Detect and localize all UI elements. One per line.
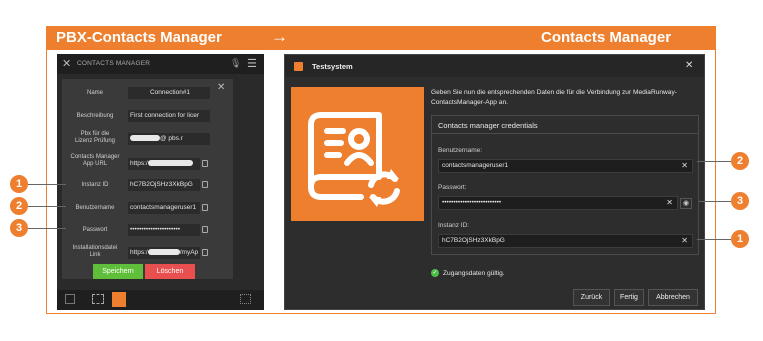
field-label-install-link: Installationsdatei Link <box>72 245 118 258</box>
save-button[interactable]: Speichern <box>93 264 143 279</box>
pbx-field-text: @ pbs.r <box>160 135 183 142</box>
redacted-value <box>147 249 180 256</box>
validation-status-text: Zugangsdaten gültig. <box>443 269 505 277</box>
callout-line <box>28 206 66 207</box>
description-field[interactable]: First connection for licer <box>128 110 210 122</box>
validation-status: ✓ Zugangsdaten gültig. <box>431 269 505 277</box>
contacts-manager-app-icon[interactable] <box>112 292 126 307</box>
back-button[interactable]: Zurück <box>573 289 610 306</box>
instance-id-label: Instanz ID: <box>438 222 470 229</box>
callout-line <box>697 239 731 240</box>
copy-icon[interactable] <box>202 204 208 211</box>
close-icon[interactable]: ✕ <box>217 82 225 93</box>
check-icon: ✓ <box>431 269 439 277</box>
connection-form: ✕ Name Connection#1 Beschreibung First c… <box>62 79 233 279</box>
field-label-password: Passwort <box>82 227 108 233</box>
microphone-icon[interactable]: 🎙 <box>230 58 241 69</box>
stage: PBX-Contacts Manager → Contacts Manager … <box>0 0 763 341</box>
instance-id-input[interactable]: hC7B2OjSHz3XkBpG ✕ <box>438 234 693 248</box>
field-label-pbx: Pbx für die Lizenz Prüfung <box>74 131 116 144</box>
app-url-text: https:/ <box>130 160 148 167</box>
clear-icon[interactable]: ✕ <box>681 160 688 172</box>
callout-line <box>28 228 66 229</box>
testsystem-logo-icon <box>294 62 303 71</box>
app-url-field[interactable]: https:/ <box>128 158 200 170</box>
pbx-panel: ✕ CONTACTS MANAGER 🎙 ☰ ✕ Name Connection… <box>57 54 264 310</box>
instance-id-input-value: hC7B2OjSHz3XkBpG <box>442 237 505 244</box>
dialog-title: Testsystem <box>312 62 353 71</box>
header-left-title: PBX-Contacts Manager <box>56 29 222 46</box>
instance-id-field[interactable]: hC7B2OjSHz3XkBpG <box>128 179 200 191</box>
show-password-eye-icon[interactable]: ◉ <box>680 198 692 209</box>
copy-icon[interactable] <box>202 181 208 188</box>
pbx-field[interactable]: @ pbs.r <box>128 133 210 145</box>
callout-line <box>699 201 731 202</box>
done-button[interactable]: Fertig <box>614 289 644 306</box>
password-input-value: •••••••••••••••••••••••••• <box>442 199 502 206</box>
dialog-header: Testsystem ✕ <box>285 55 704 77</box>
install-link-text: https:/ <box>130 249 148 256</box>
cancel-button[interactable]: Abbrechen <box>648 289 698 306</box>
redacted-value <box>130 135 160 142</box>
pbx-footer <box>57 290 264 310</box>
credentials-section: Contacts manager credentials Benutzernam… <box>431 115 699 255</box>
field-label-instance-id: Instanz ID <box>81 182 109 188</box>
redacted-value <box>147 160 193 167</box>
pbx-window-title: CONTACTS MANAGER <box>77 60 151 67</box>
field-label-app-url: Contacts Manager App URL <box>70 154 120 167</box>
password-field[interactable]: •••••••••••••••••••••• <box>128 224 200 236</box>
contacts-manager-dialog: Testsystem ✕ Geben Sie nun die entsprech… <box>284 54 705 310</box>
arrow-icon: → <box>271 27 288 46</box>
header-right-title: Contacts Manager <box>541 29 672 46</box>
pbx-panel-header: ✕ CONTACTS MANAGER 🎙 ☰ <box>57 54 264 74</box>
username-field[interactable]: contactsmanageruser1 <box>128 202 200 214</box>
password-input[interactable]: •••••••••••••••••••••••••• ✕ ◉ <box>438 196 692 210</box>
menu-icon[interactable]: ☰ <box>247 57 257 70</box>
copy-icon[interactable] <box>202 226 208 233</box>
callout-badge-2: 2 <box>731 152 749 170</box>
field-label-description: Beschreibung <box>76 113 114 119</box>
callout-badge-1: 1 <box>10 175 28 193</box>
field-label-username: Benutzername <box>75 205 115 211</box>
clear-icon[interactable]: ✕ <box>666 197 673 209</box>
username-input[interactable]: contactsmanageruser1 ✕ <box>438 159 693 173</box>
install-link-suffix: /myAp <box>179 249 199 256</box>
app-grid-icon[interactable] <box>240 294 251 304</box>
delete-button[interactable]: Löschen <box>145 264 195 279</box>
close-icon[interactable]: ✕ <box>62 57 71 70</box>
callout-line <box>28 184 66 185</box>
copy-icon[interactable] <box>202 160 208 167</box>
password-label: Passwort: <box>438 184 467 191</box>
name-field[interactable]: Connection#1 <box>128 87 210 99</box>
contacts-book-illustration <box>291 87 424 221</box>
callout-line <box>697 161 731 162</box>
callout-badge-1: 1 <box>731 230 749 248</box>
home-icon[interactable] <box>65 294 75 304</box>
callout-badge-3: 3 <box>731 192 749 210</box>
callout-badge-2: 2 <box>10 197 28 215</box>
field-label-name: Name <box>86 90 103 96</box>
close-icon[interactable]: ✕ <box>685 60 693 71</box>
callout-badge-3: 3 <box>10 219 28 237</box>
credentials-section-title: Contacts manager credentials <box>432 116 698 134</box>
clear-icon[interactable]: ✕ <box>681 235 688 247</box>
copy-icon[interactable] <box>202 249 208 256</box>
username-label: Benutzername: <box>438 147 483 154</box>
username-input-value: contactsmanageruser1 <box>442 162 509 169</box>
contact-book-icon <box>308 112 400 207</box>
intro-text: Geben Sie nun die entsprechenden Daten d… <box>431 89 677 106</box>
install-link-field[interactable]: https:/ /myAp <box>128 247 200 259</box>
fullscreen-icon[interactable] <box>92 294 104 304</box>
header-bar: PBX-Contacts Manager → Contacts Manager <box>46 26 716 50</box>
